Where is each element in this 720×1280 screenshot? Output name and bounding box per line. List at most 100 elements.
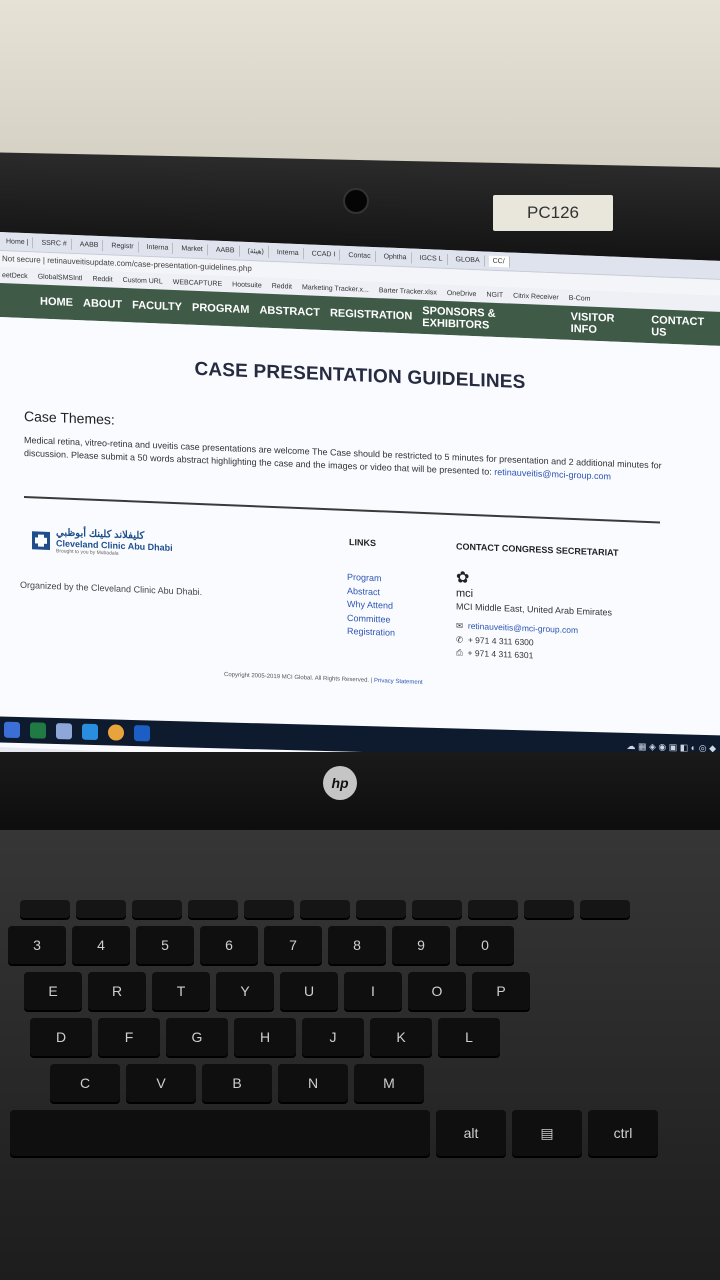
browser-tab[interactable]: Market	[177, 242, 208, 255]
key-j[interactable]: J	[302, 1018, 364, 1056]
function-key[interactable]	[300, 900, 350, 918]
phone-icon: ✆	[456, 633, 464, 645]
cleveland-clinic-logo[interactable]: كليفلاند كلينك أبوظبي Cleveland Clinic A…	[32, 526, 173, 559]
bookmark-item[interactable]: Marketing Tracker.x...	[302, 284, 369, 294]
function-key[interactable]	[356, 900, 406, 918]
key-f[interactable]: F	[98, 1018, 160, 1056]
key-y[interactable]: Y	[216, 972, 274, 1010]
lower-bezel	[0, 752, 720, 832]
contact-list: ✉ retinauveitis@mci-group.com ✆ + 971 4 …	[456, 619, 578, 664]
key-space[interactable]	[10, 1110, 430, 1156]
nav-abstract[interactable]: ABSTRACT	[259, 304, 320, 318]
browser-tab[interactable]: Registr	[107, 239, 139, 253]
key-i[interactable]: I	[344, 972, 402, 1010]
mci-flower-icon: ✿	[456, 569, 470, 587]
key-b[interactable]: B	[202, 1064, 272, 1102]
key-g[interactable]: G	[166, 1018, 228, 1056]
privacy-link[interactable]: Privacy Statement	[374, 678, 423, 686]
bookmark-item[interactable]: Barter Tracker.xlsx	[379, 287, 437, 296]
function-key[interactable]	[76, 900, 126, 918]
key-5[interactable]: 5	[136, 926, 194, 964]
bookmark-item[interactable]: GlobalSMSIntl	[38, 273, 83, 282]
browser-tab[interactable]: Interna	[142, 241, 174, 254]
browser-tab[interactable]: AABB	[75, 238, 104, 251]
key-alt[interactable]: alt	[436, 1110, 506, 1156]
fax-icon: ⎙	[456, 647, 463, 658]
key-v[interactable]: V	[126, 1064, 196, 1102]
bookmark-item[interactable]: Custom URL	[123, 276, 163, 285]
function-key[interactable]	[468, 900, 518, 918]
key-8[interactable]: 8	[328, 926, 386, 964]
excel-icon[interactable]	[30, 722, 46, 739]
key-t[interactable]: T	[152, 972, 210, 1010]
function-key[interactable]	[188, 900, 238, 918]
bookmark-item[interactable]: OneDrive	[447, 289, 477, 297]
browser-tab[interactable]: AABB	[211, 244, 240, 257]
key-3[interactable]: 3	[8, 926, 66, 964]
key-menu[interactable]: ▤	[512, 1110, 582, 1156]
key-u[interactable]: U	[280, 972, 338, 1010]
nav-home[interactable]: HOME	[40, 296, 73, 309]
bookmark-item[interactable]: Hootsuite	[232, 281, 262, 289]
themes-email-link[interactable]: retinauveitis@mci-group.com	[494, 467, 611, 482]
nav-visitor-info[interactable]: VISITOR INFO	[571, 311, 642, 338]
bookmark-item[interactable]: Citrix Receiver	[513, 292, 559, 301]
nav-program[interactable]: PROGRAM	[192, 302, 249, 316]
bookmark-item[interactable]: Reddit	[92, 275, 112, 283]
function-key[interactable]	[580, 900, 630, 918]
function-key[interactable]	[524, 900, 574, 918]
key-l[interactable]: L	[438, 1018, 500, 1056]
contact-fax: + 971 4 311 6301	[467, 647, 534, 661]
key-m[interactable]: M	[354, 1064, 424, 1102]
paint-icon[interactable]	[56, 722, 72, 740]
footer-link-registration[interactable]: Registration	[347, 625, 395, 640]
nav-contact[interactable]: CONTACT US	[651, 314, 720, 341]
function-key[interactable]	[244, 900, 294, 918]
key-9[interactable]: 9	[392, 926, 450, 964]
browser-tab[interactable]: Contac	[344, 249, 376, 262]
browser-tab[interactable]: Home |	[2, 235, 34, 248]
nav-about[interactable]: ABOUT	[83, 297, 122, 311]
browser-tab[interactable]: IGCS L	[415, 252, 448, 265]
key-6[interactable]: 6	[200, 926, 258, 964]
key-c[interactable]: C	[50, 1064, 120, 1102]
nav-sponsors[interactable]: SPONSORS & EXHIBITORS	[422, 305, 560, 335]
bookmark-item[interactable]: eetDeck	[2, 272, 28, 280]
browser-tab[interactable]: Interna	[272, 246, 304, 259]
key-r[interactable]: R	[88, 972, 146, 1010]
key-h[interactable]: H	[234, 1018, 296, 1056]
function-key[interactable]	[412, 900, 462, 918]
start-icon[interactable]	[4, 721, 20, 739]
keyboard: 3 4 5 6 7 8 9 0 E R T Y U I O P D F G H …	[0, 900, 720, 1230]
key-d[interactable]: D	[30, 1018, 92, 1056]
key-o[interactable]: O	[408, 972, 466, 1010]
bookmark-item[interactable]: B-Com	[569, 294, 591, 302]
key-p[interactable]: P	[472, 972, 530, 1010]
browser-tab-active[interactable]: CC/	[488, 255, 510, 267]
footer-link-why-attend[interactable]: Why Attend	[347, 598, 395, 613]
browser-tab[interactable]: CCAD I	[307, 247, 341, 261]
function-key[interactable]	[20, 900, 70, 918]
nav-registration[interactable]: REGISTRATION	[330, 307, 412, 322]
key-7[interactable]: 7	[264, 926, 322, 964]
key-4[interactable]: 4	[72, 926, 130, 964]
key-n[interactable]: N	[278, 1064, 348, 1102]
chrome-icon[interactable]	[108, 724, 124, 741]
contact-email-link[interactable]: retinauveitis@mci-group.com	[468, 621, 578, 635]
bookmark-item[interactable]: WEBCAPTURE	[173, 278, 222, 287]
outlook-icon[interactable]	[134, 725, 150, 742]
nav-faculty[interactable]: FACULTY	[132, 299, 182, 313]
browser-tab[interactable]: Ophtha	[379, 250, 412, 264]
key-e[interactable]: E	[24, 972, 82, 1010]
function-key[interactable]	[132, 900, 182, 918]
bookmark-item[interactable]: NGIT	[486, 291, 503, 299]
bookmark-item[interactable]: Reddit	[272, 282, 292, 290]
browser-tab[interactable]: SSRC #	[37, 237, 72, 250]
browser-tab[interactable]: GLOBA	[451, 253, 485, 266]
skype-icon[interactable]	[82, 723, 98, 741]
key-0[interactable]: 0	[456, 926, 514, 964]
key-ctrl[interactable]: ctrl	[588, 1110, 658, 1156]
footer-link-program[interactable]: Program	[347, 571, 395, 586]
key-k[interactable]: K	[370, 1018, 432, 1056]
browser-tab[interactable]: (هيئة)	[243, 244, 269, 258]
